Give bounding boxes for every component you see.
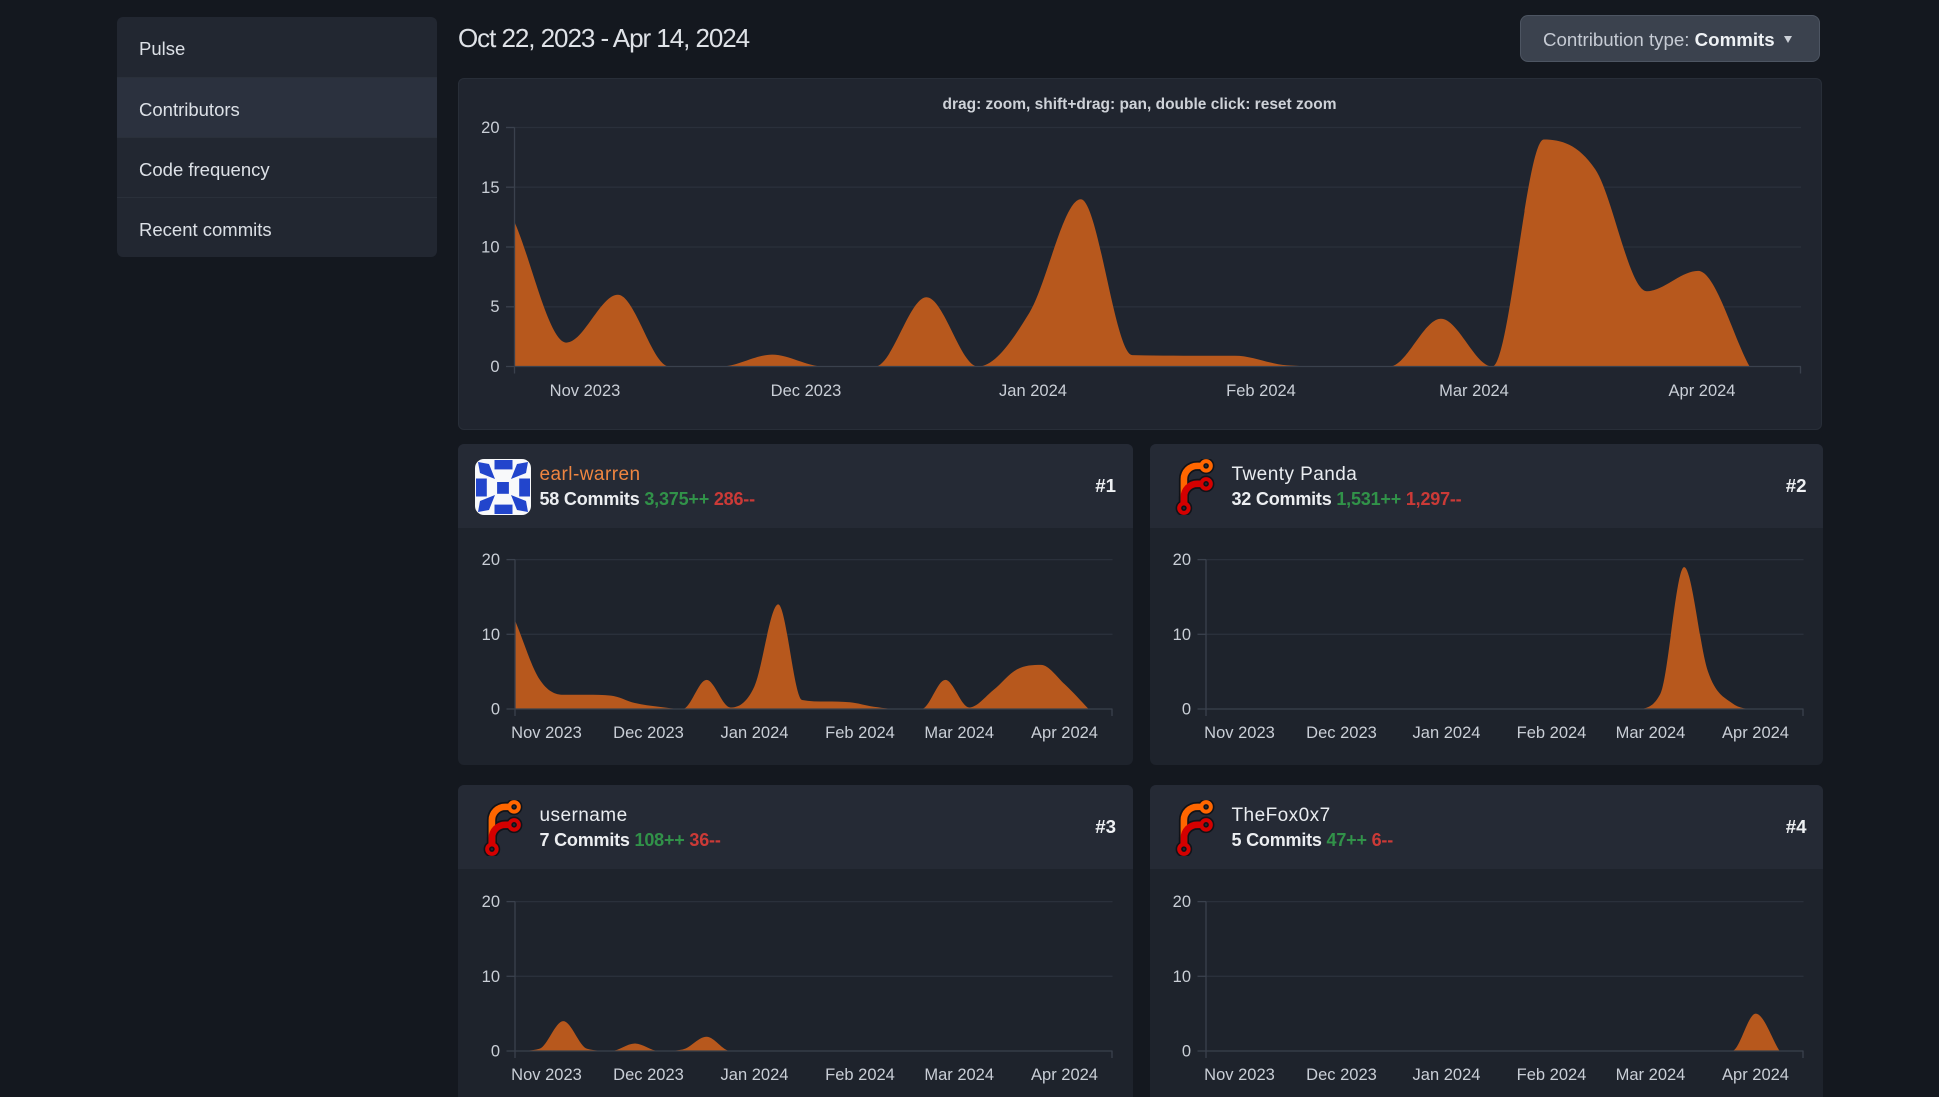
svg-text:Dec 2023: Dec 2023 (1306, 1066, 1377, 1084)
svg-text:Mar 2024: Mar 2024 (924, 1066, 994, 1084)
svg-text:10: 10 (1172, 626, 1190, 644)
svg-text:Apr 2024: Apr 2024 (1031, 724, 1098, 742)
svg-text:Dec 2023: Dec 2023 (771, 382, 842, 400)
svg-text:10: 10 (481, 968, 499, 986)
svg-text:Nov 2023: Nov 2023 (1204, 724, 1275, 742)
svg-text:Mar 2024: Mar 2024 (1439, 382, 1509, 400)
svg-text:Apr 2024: Apr 2024 (1722, 724, 1789, 742)
svg-text:Nov 2023: Nov 2023 (1204, 1066, 1275, 1084)
svg-text:0: 0 (490, 1043, 499, 1061)
svg-text:5: 5 (490, 298, 499, 316)
svg-text:Nov 2023: Nov 2023 (550, 382, 621, 400)
svg-text:0: 0 (1181, 701, 1190, 719)
svg-text:Apr 2024: Apr 2024 (1031, 1066, 1098, 1084)
svg-text:0: 0 (490, 701, 499, 719)
svg-text:Nov 2023: Nov 2023 (511, 1066, 582, 1084)
svg-text:Feb 2024: Feb 2024 (825, 724, 895, 742)
svg-text:Jan 2024: Jan 2024 (720, 724, 788, 742)
svg-text:Apr 2024: Apr 2024 (1669, 382, 1736, 400)
svg-text:0: 0 (490, 358, 499, 376)
svg-text:15: 15 (481, 179, 499, 197)
svg-text:Dec 2023: Dec 2023 (613, 1066, 684, 1084)
svg-text:Feb 2024: Feb 2024 (1516, 1066, 1586, 1084)
svg-text:20: 20 (481, 551, 499, 569)
svg-text:Feb 2024: Feb 2024 (1226, 382, 1296, 400)
svg-text:10: 10 (481, 239, 499, 257)
svg-text:Dec 2023: Dec 2023 (1306, 724, 1377, 742)
svg-text:20: 20 (1172, 551, 1190, 569)
svg-text:Apr 2024: Apr 2024 (1722, 1066, 1789, 1084)
svg-text:Jan 2024: Jan 2024 (1412, 724, 1480, 742)
svg-text:Jan 2024: Jan 2024 (999, 382, 1067, 400)
svg-text:Jan 2024: Jan 2024 (1412, 1066, 1480, 1084)
svg-text:20: 20 (481, 119, 499, 137)
svg-text:Feb 2024: Feb 2024 (825, 1066, 895, 1084)
svg-text:Dec 2023: Dec 2023 (613, 724, 684, 742)
svg-text:20: 20 (481, 893, 499, 911)
svg-text:10: 10 (481, 626, 499, 644)
svg-text:20: 20 (1172, 893, 1190, 911)
svg-text:10: 10 (1172, 968, 1190, 986)
svg-text:Mar 2024: Mar 2024 (1615, 1066, 1685, 1084)
svg-text:0: 0 (1181, 1043, 1190, 1061)
svg-text:Mar 2024: Mar 2024 (1615, 724, 1685, 742)
svg-text:Nov 2023: Nov 2023 (511, 724, 582, 742)
svg-text:Mar 2024: Mar 2024 (924, 724, 994, 742)
svg-text:Feb 2024: Feb 2024 (1516, 724, 1586, 742)
svg-text:Jan 2024: Jan 2024 (720, 1066, 788, 1084)
